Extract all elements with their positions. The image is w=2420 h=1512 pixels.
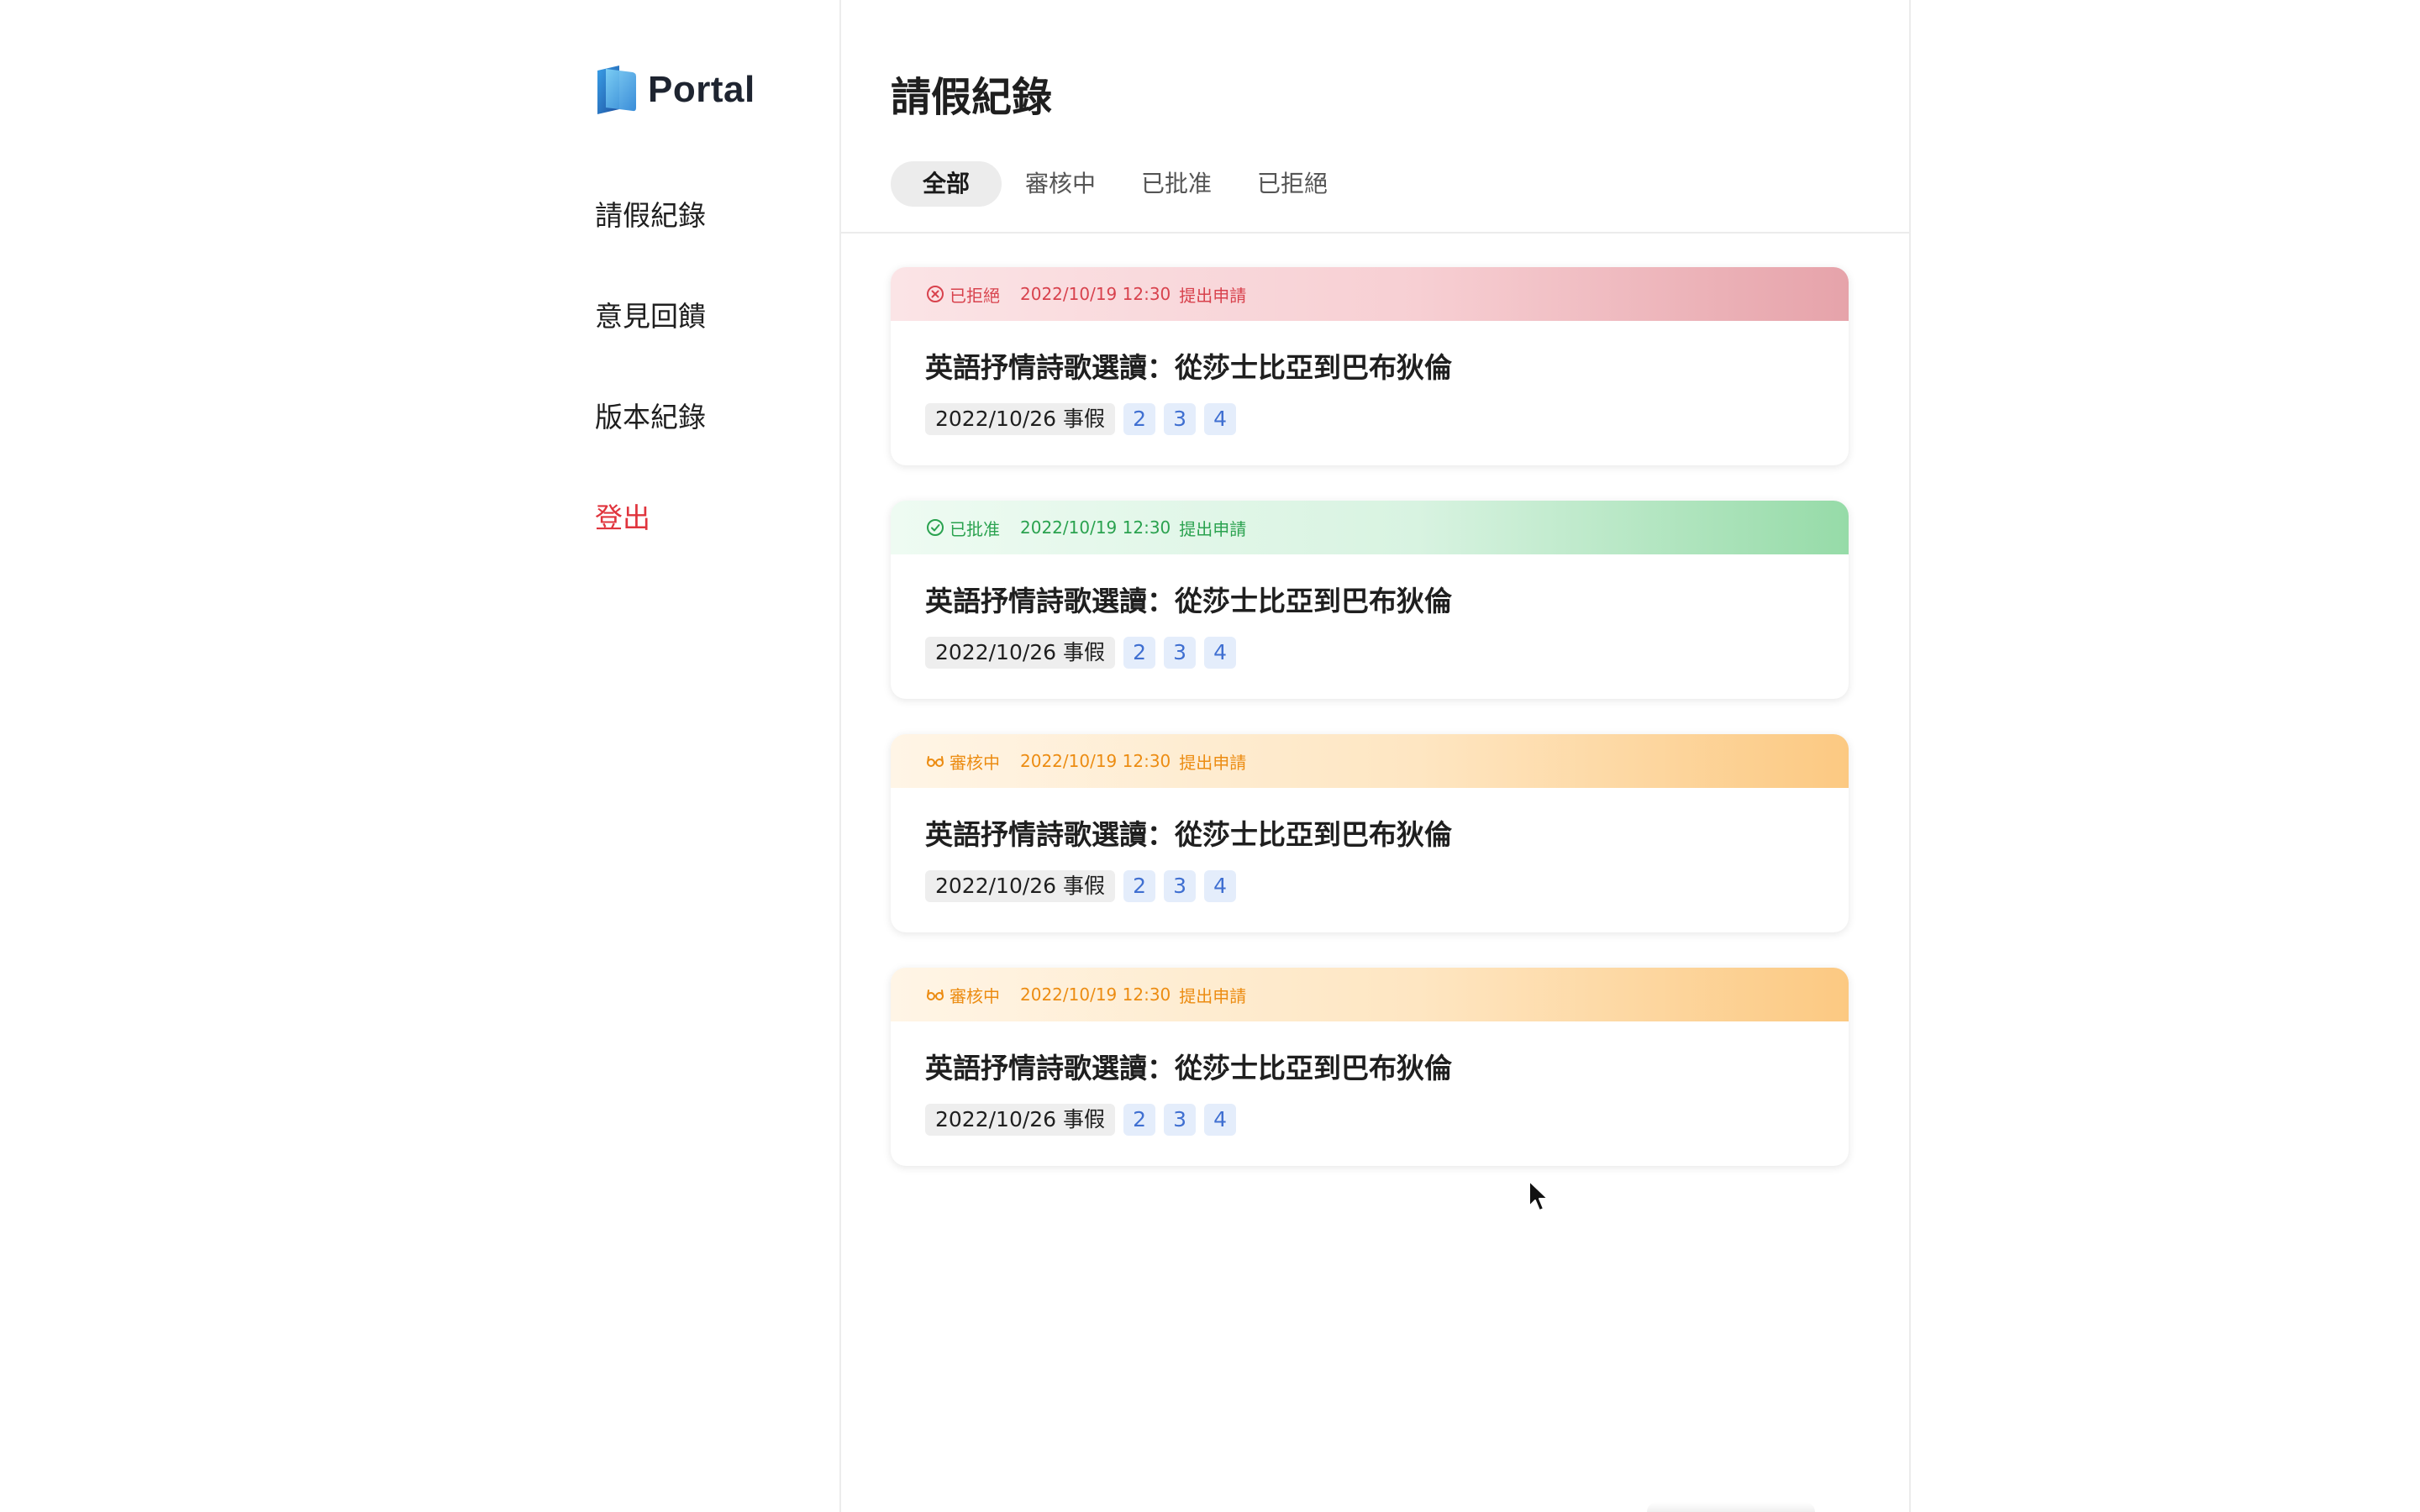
tab-approved[interactable]: 已批准	[1119, 161, 1234, 207]
period-tag: 3	[1164, 637, 1197, 669]
main-content: 請假紀錄 全部 審核中 已批准 已拒絕 已拒絕 2022/10/19 12:30…	[841, 0, 1911, 1512]
leave-date-tag: 2022/10/26 事假	[925, 403, 1116, 435]
status-label: 審核中	[950, 985, 1000, 1006]
x-circle-icon	[927, 286, 944, 302]
portal-logo-icon	[597, 66, 636, 114]
glasses-icon	[927, 756, 944, 767]
course-title: 英語抒情詩歌選讀：從莎士比亞到巴布狄倫	[925, 1052, 1452, 1084]
period-tag: 4	[1204, 870, 1237, 902]
period-tag: 3	[1164, 870, 1197, 902]
sidebar: Portal 請假紀錄 意見回饋 版本紀錄 登出	[0, 0, 841, 1512]
brand-logo[interactable]: Portal	[594, 66, 755, 114]
glasses-icon	[927, 990, 944, 1000]
leave-date-tag: 2022/10/26 事假	[925, 1104, 1116, 1136]
tabs-divider	[841, 232, 1909, 234]
card-status-header: 已拒絕 2022/10/19 12:30 提出申請	[891, 267, 1849, 321]
card-status-header: 審核中 2022/10/19 12:30 提出申請	[891, 968, 1849, 1021]
submitted-time: 2022/10/19 12:30	[1020, 984, 1171, 1005]
submit-text: 提出申請	[1179, 518, 1247, 539]
submitted-time: 2022/10/19 12:30	[1020, 751, 1171, 771]
leave-record-card[interactable]: 審核中 2022/10/19 12:30 提出申請 英語抒情詩歌選讀：從莎士比亞…	[891, 734, 1849, 932]
leave-tags: 2022/10/26 事假 2 3 4	[925, 637, 1849, 669]
leave-record-card[interactable]: 已拒絕 2022/10/19 12:30 提出申請 英語抒情詩歌選讀：從莎士比亞…	[891, 267, 1849, 465]
period-tag: 4	[1204, 1104, 1237, 1136]
period-tag: 2	[1123, 403, 1156, 435]
status-label: 已批准	[950, 518, 1000, 539]
sidebar-item-leave-records[interactable]: 請假紀錄	[595, 195, 706, 296]
leave-tags: 2022/10/26 事假 2 3 4	[925, 403, 1849, 435]
card-body: 英語抒情詩歌選讀：從莎士比亞到巴布狄倫 2022/10/26 事假 2 3 4	[891, 1021, 1849, 1136]
leave-record-card[interactable]: 已批准 2022/10/19 12:30 提出申請 英語抒情詩歌選讀：從莎士比亞…	[891, 501, 1849, 699]
status-label: 已拒絕	[950, 285, 1000, 306]
period-tag: 3	[1164, 1104, 1197, 1136]
submitted-time: 2022/10/19 12:30	[1020, 284, 1171, 304]
period-tag: 2	[1123, 1104, 1156, 1136]
card-body: 英語抒情詩歌選讀：從莎士比亞到巴布狄倫 2022/10/26 事假 2 3 4	[891, 554, 1849, 669]
leave-record-card[interactable]: 審核中 2022/10/19 12:30 提出申請 英語抒情詩歌選讀：從莎士比亞…	[891, 968, 1849, 1166]
card-body: 英語抒情詩歌選讀：從莎士比亞到巴布狄倫 2022/10/26 事假 2 3 4	[891, 321, 1849, 435]
period-tag: 3	[1164, 403, 1197, 435]
period-tag: 4	[1204, 403, 1237, 435]
card-status-header: 已批准 2022/10/19 12:30 提出申請	[891, 501, 1849, 554]
course-title: 英語抒情詩歌選讀：從莎士比亞到巴布狄倫	[925, 585, 1452, 617]
mouse-cursor-icon	[1528, 1180, 1549, 1211]
leave-tags: 2022/10/26 事假 2 3 4	[925, 870, 1849, 902]
sidebar-item-version-history[interactable]: 版本紀錄	[595, 396, 706, 497]
sidebar-item-logout[interactable]: 登出	[595, 497, 706, 598]
card-status-header: 審核中 2022/10/19 12:30 提出申請	[891, 734, 1849, 788]
submitted-time: 2022/10/19 12:30	[1020, 517, 1171, 538]
submit-text: 提出申請	[1179, 985, 1247, 1006]
bottom-shadow	[1647, 1502, 1815, 1512]
course-title: 英語抒情詩歌選讀：從莎士比亞到巴布狄倫	[925, 351, 1452, 384]
tab-pending[interactable]: 審核中	[1003, 161, 1118, 207]
status-tabs: 全部 審核中 已批准 已拒絕	[891, 161, 1351, 207]
sidebar-item-feedback[interactable]: 意見回饋	[595, 296, 706, 396]
sidebar-nav: 請假紀錄 意見回饋 版本紀錄 登出	[595, 195, 706, 598]
check-circle-icon	[927, 519, 944, 536]
period-tag: 4	[1204, 637, 1237, 669]
tab-all[interactable]: 全部	[891, 161, 1002, 207]
leave-date-tag: 2022/10/26 事假	[925, 870, 1116, 902]
period-tag: 2	[1123, 870, 1156, 902]
tab-rejected[interactable]: 已拒絕	[1235, 161, 1349, 207]
submit-text: 提出申請	[1179, 752, 1247, 773]
card-body: 英語抒情詩歌選讀：從莎士比亞到巴布狄倫 2022/10/26 事假 2 3 4	[891, 788, 1849, 902]
leave-tags: 2022/10/26 事假 2 3 4	[925, 1104, 1849, 1136]
page-title: 請假紀錄	[891, 74, 1053, 121]
period-tag: 2	[1123, 637, 1156, 669]
submit-text: 提出申請	[1179, 285, 1247, 306]
leave-record-list: 已拒絕 2022/10/19 12:30 提出申請 英語抒情詩歌選讀：從莎士比亞…	[891, 267, 1849, 1201]
course-title: 英語抒情詩歌選讀：從莎士比亞到巴布狄倫	[925, 818, 1452, 851]
status-label: 審核中	[950, 752, 1000, 773]
brand-name: Portal	[648, 69, 755, 110]
leave-date-tag: 2022/10/26 事假	[925, 637, 1116, 669]
